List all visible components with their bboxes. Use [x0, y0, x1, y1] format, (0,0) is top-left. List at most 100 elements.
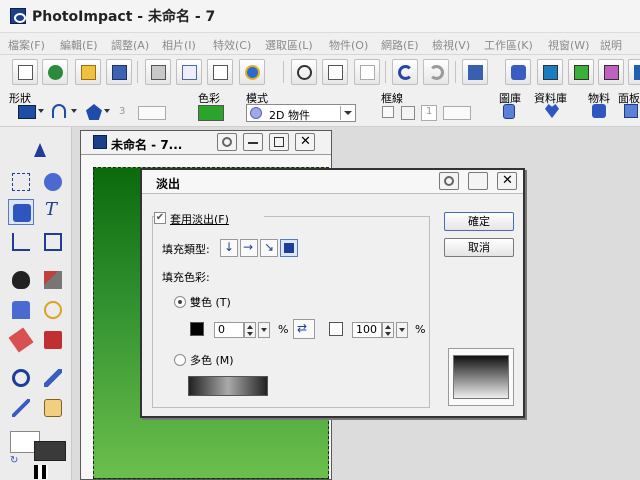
- swap-colors-button[interactable]: ⇄: [293, 319, 315, 339]
- menu-view[interactable]: 檢視(V): [432, 37, 470, 53]
- menu-help[interactable]: 説明: [600, 37, 622, 53]
- chevron-down-icon[interactable]: [71, 109, 77, 113]
- cancel-button[interactable]: 取消: [444, 238, 514, 257]
- browser-button[interactable]: [239, 59, 265, 85]
- border-color-swatch[interactable]: [401, 106, 415, 120]
- fill-tool[interactable]: [40, 327, 66, 353]
- gallery-icon[interactable]: [503, 104, 515, 119]
- menu-workspace[interactable]: 工作區(K): [484, 37, 533, 53]
- fade-down-button[interactable]: ↓: [220, 239, 238, 257]
- stamp-tool[interactable]: [8, 297, 34, 323]
- camera-button[interactable]: [505, 59, 531, 85]
- to-color-swatch[interactable]: [329, 322, 343, 336]
- rectangle-shape-icon[interactable]: [18, 105, 36, 119]
- heart-icon[interactable]: [545, 104, 559, 118]
- from-value-dropdown[interactable]: [258, 322, 270, 338]
- material-icon[interactable]: [592, 104, 606, 118]
- copy-button[interactable]: [322, 59, 348, 85]
- line-tool[interactable]: [8, 395, 34, 421]
- menu-file[interactable]: 檔案(F): [8, 37, 45, 53]
- scan-button[interactable]: [462, 59, 488, 85]
- background-color-swatch[interactable]: [34, 441, 66, 461]
- image-map-tool[interactable]: [40, 395, 66, 421]
- open-button[interactable]: [75, 59, 101, 85]
- text-tool[interactable]: T: [40, 199, 66, 225]
- fade-diagonal-button[interactable]: ↘: [260, 239, 278, 257]
- dialog-title-bar[interactable]: 淡出 ✕: [142, 170, 523, 194]
- document-minimize-button[interactable]: [243, 133, 263, 151]
- menu-edit[interactable]: 編輯(E): [60, 37, 98, 53]
- paint-brush-tool[interactable]: [40, 267, 66, 293]
- crop-tool[interactable]: [8, 229, 34, 255]
- histogram-button[interactable]: [598, 59, 624, 85]
- path-drawing-tool[interactable]: [8, 199, 34, 225]
- print-multi-button[interactable]: [176, 59, 202, 85]
- swap-colors-icon[interactable]: ↻: [10, 455, 18, 466]
- eyedropper-tool[interactable]: [40, 365, 66, 391]
- menu-selection[interactable]: 選取區(L): [265, 37, 313, 53]
- dialog-options-button[interactable]: [439, 172, 459, 190]
- default-colors-icon[interactable]: [34, 465, 48, 479]
- transform-tool[interactable]: [40, 229, 66, 255]
- pick-tool[interactable]: [26, 139, 52, 165]
- two-color-radio[interactable]: [174, 296, 186, 308]
- menu-object[interactable]: 物件(O): [329, 37, 368, 53]
- multi-color-gradient-bar[interactable]: [188, 376, 268, 396]
- panel-icon[interactable]: [624, 104, 638, 118]
- zoom-tool[interactable]: [8, 365, 34, 391]
- undo-button[interactable]: [392, 59, 418, 85]
- fill-color-swatch[interactable]: [198, 105, 224, 121]
- chart-icon: [604, 65, 619, 80]
- document-restore-button[interactable]: [269, 133, 289, 151]
- object-selection-tool[interactable]: [40, 169, 66, 195]
- print-preview-button[interactable]: [207, 59, 233, 85]
- to-value-field[interactable]: 100: [352, 322, 382, 338]
- menu-window[interactable]: 視窗(W): [548, 37, 589, 53]
- mode-dropdown-button[interactable]: [340, 106, 354, 120]
- pentagon-shape-icon[interactable]: [86, 104, 102, 120]
- ok-button[interactable]: 確定: [444, 212, 514, 231]
- apply-fade-checkbox[interactable]: ✔: [154, 212, 166, 224]
- curve-path-icon[interactable]: [52, 104, 66, 118]
- document-options-button[interactable]: [217, 133, 237, 151]
- eraser-tool[interactable]: [8, 327, 34, 353]
- chevron-down-icon[interactable]: [38, 109, 44, 113]
- to-value-dropdown[interactable]: [396, 322, 408, 338]
- from-value-spinner[interactable]: [244, 322, 256, 338]
- new-web-button[interactable]: [42, 59, 68, 85]
- border-checkbox[interactable]: [382, 106, 394, 118]
- standard-selection-tool[interactable]: [8, 169, 34, 195]
- dialog-blank-button[interactable]: [468, 172, 488, 190]
- print-button[interactable]: [145, 59, 171, 85]
- new-button[interactable]: [12, 59, 38, 85]
- menu-effect[interactable]: 特效(C): [213, 37, 251, 53]
- document-close-button[interactable]: ✕: [295, 133, 315, 151]
- paste-button[interactable]: [354, 59, 380, 85]
- outline-preview[interactable]: [138, 106, 166, 120]
- image-enhance-button[interactable]: [568, 59, 594, 85]
- fade-rect-button[interactable]: [280, 239, 298, 257]
- mode-select[interactable]: 2D 物件: [246, 104, 356, 122]
- save-button[interactable]: [106, 59, 132, 85]
- clone-tool[interactable]: [40, 297, 66, 323]
- photoimpact-app-icon[interactable]: [10, 8, 26, 24]
- border-width-field[interactable]: 1: [421, 105, 437, 121]
- fade-right-button[interactable]: →: [240, 239, 258, 257]
- to-value-spinner[interactable]: [382, 322, 394, 338]
- cut-button[interactable]: [291, 59, 317, 85]
- menu-photo[interactable]: 相片(I): [162, 37, 196, 53]
- multi-color-radio[interactable]: [174, 354, 186, 366]
- more-tools-button[interactable]: [628, 59, 640, 85]
- document-title-bar[interactable]: 未命名 - 7... ✕: [81, 131, 331, 155]
- border-preview[interactable]: [443, 106, 471, 120]
- dialog-close-button[interactable]: ✕: [497, 172, 517, 190]
- from-color-swatch[interactable]: [190, 322, 204, 336]
- viewer-tool[interactable]: [8, 267, 34, 293]
- from-value-field[interactable]: 0: [214, 322, 244, 338]
- redo-button[interactable]: [423, 59, 449, 85]
- menu-adjust[interactable]: 調整(A): [111, 37, 149, 53]
- chevron-down-icon[interactable]: [104, 109, 110, 113]
- screen-capture-button[interactable]: [537, 59, 563, 85]
- menu-web[interactable]: 網路(E): [381, 37, 419, 53]
- apply-fade-label: 套用淡出(F): [170, 213, 229, 226]
